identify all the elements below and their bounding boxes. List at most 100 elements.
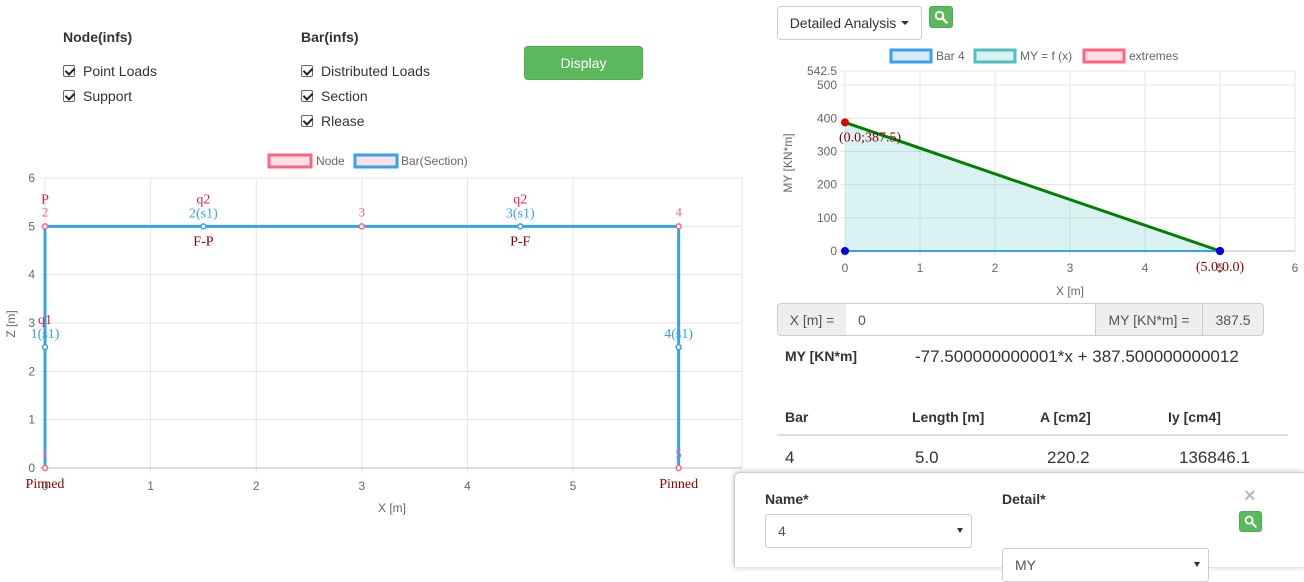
table-header-bar: Bar [785,409,809,425]
moment-x-axis-label: X [m] [1056,284,1084,298]
section-point[interactable] [41,343,49,351]
structure-chart: Node Bar(Section) 0 1 2 3 4 50123456 12 3 451(s… [4,153,743,515]
my-result-value: 387.5 [1202,303,1264,336]
release-label: F-P [193,234,213,249]
section-point[interactable] [675,343,682,351]
close-icon[interactable]: × [1244,486,1256,506]
section-point[interactable] [516,223,524,230]
name-field-label: Name* [765,491,809,507]
x-input-addon: X [m] = [777,303,847,336]
bar-options-title: Bar(infs) [301,29,359,45]
extreme-label: (5.0;0.0) [1196,260,1245,275]
legend-bar-label: Bar(Section) [401,154,468,168]
y-tick-label: 6 [28,171,35,185]
equation-label: MY [KN*m] [785,348,858,364]
x-tick-label: 6 [1292,261,1299,275]
legend-my-label: MY = f (x) [1020,49,1072,63]
extreme-point[interactable] [1216,247,1224,255]
table-row: 4 5.0 220.2 136846.1 [777,440,1288,470]
checkbox-checked-icon[interactable] [63,65,75,77]
structure-node[interactable] [675,464,682,472]
extreme-point[interactable] [841,118,849,127]
checkbox-distributed-loads[interactable]: Distributed Loads [301,63,430,79]
node-id-label: 5 [675,446,682,461]
y-tick-label: 500 [817,78,837,92]
legend-bar4-label: Bar 4 [936,49,965,63]
legend-my-swatch[interactable] [973,48,1017,64]
y-tick-label: 200 [817,178,837,192]
search-icon [934,10,948,24]
checkbox-checked-icon[interactable] [63,90,75,102]
table-header-divider [777,434,1288,436]
y-tick-label: 400 [817,111,837,125]
checkbox-label: Section [321,88,368,104]
extreme-label: (0.0;387.5) [839,130,902,145]
moment-y-axis-label: MY [KN*m] [781,133,795,192]
equation-formula: -77.500000000001*x + 387.500000000012 [915,347,1239,366]
table-cell-iy: 136846.1 [1179,448,1250,467]
structure-node[interactable] [41,223,49,230]
detailed-analysis-dropdown[interactable]: Detailed Analysis [777,6,922,40]
node-id-label: 1 [42,446,49,461]
bar4-point[interactable] [841,247,849,255]
caret-down-icon [901,21,910,25]
structure-node[interactable] [675,223,682,230]
popup-search-button[interactable] [1239,511,1262,532]
bar-section-label: 4(s1) [664,327,693,342]
support-label: Pinned [26,477,65,492]
display-button[interactable]: Display [524,46,643,80]
x-tick-label: 5 [570,479,577,493]
checkbox-checked-icon[interactable] [301,90,313,102]
legend-extremes-swatch[interactable] [1082,48,1126,64]
table-header-length: Length [m] [912,409,985,425]
x-tick-label: 1 [917,261,924,275]
load-label: q2 [196,192,210,207]
structure-node[interactable] [41,464,49,472]
search-icon [1244,515,1257,528]
load-label: q2 [513,192,527,207]
checkbox-support[interactable]: Support [63,88,132,104]
checkbox-checked-icon[interactable] [301,65,313,77]
search-button[interactable] [929,6,953,28]
legend-bar-swatch[interactable] [353,153,399,169]
name-select[interactable]: 4 [765,514,972,548]
legend-bar4-swatch[interactable] [889,48,933,64]
structure-grid [40,177,743,473]
detail-field-label: Detail* [1002,491,1046,507]
table-cell-bar: 4 [785,448,795,467]
table-header-area: A [cm2] [1040,409,1091,425]
y-tick-label: 100 [817,211,837,225]
x-tick-label: 3 [358,479,365,493]
x-tick-label: 1 [147,479,154,493]
checkbox-release[interactable]: Rlease [301,113,365,129]
my-result-addon: MY [KN*m] = [1095,303,1203,336]
support-label: Pinned [659,477,698,492]
x-tick-label: 2 [253,479,260,493]
table-cell-area: 220.2 [1047,448,1090,467]
x-tick-label: 2 [992,261,999,275]
y-tick-label: 542.5 [807,64,837,78]
checkbox-label: Distributed Loads [321,63,430,79]
structure-node[interactable] [358,223,366,230]
checkbox-checked-icon[interactable] [301,115,313,127]
x-tick-label: 4 [1142,261,1149,275]
checkbox-point-loads[interactable]: Point Loads [63,63,157,79]
y-tick-label: 0 [830,244,837,258]
load-label: q1 [38,313,52,328]
x-tick-label: 4 [464,479,471,493]
bar-section-label: 2(s1) [189,206,218,221]
x-value-input[interactable]: 0 [846,303,1096,336]
bar-section-label: 1(s1) [31,327,60,342]
load-label: P [41,192,49,207]
legend-extremes-label: extremes [1129,49,1178,63]
y-tick-label: 1 [28,413,35,427]
checkbox-label: Support [83,88,133,104]
legend-node-label: Node [316,154,345,168]
legend-node-swatch[interactable] [267,153,313,169]
y-tick-label: 2 [28,364,35,378]
node-id-label: 3 [359,204,366,219]
detail-select[interactable]: MY [1002,548,1209,582]
section-point[interactable] [200,223,207,230]
checkbox-section[interactable]: Section [301,88,368,104]
checkbox-label: Rlease [321,113,365,129]
